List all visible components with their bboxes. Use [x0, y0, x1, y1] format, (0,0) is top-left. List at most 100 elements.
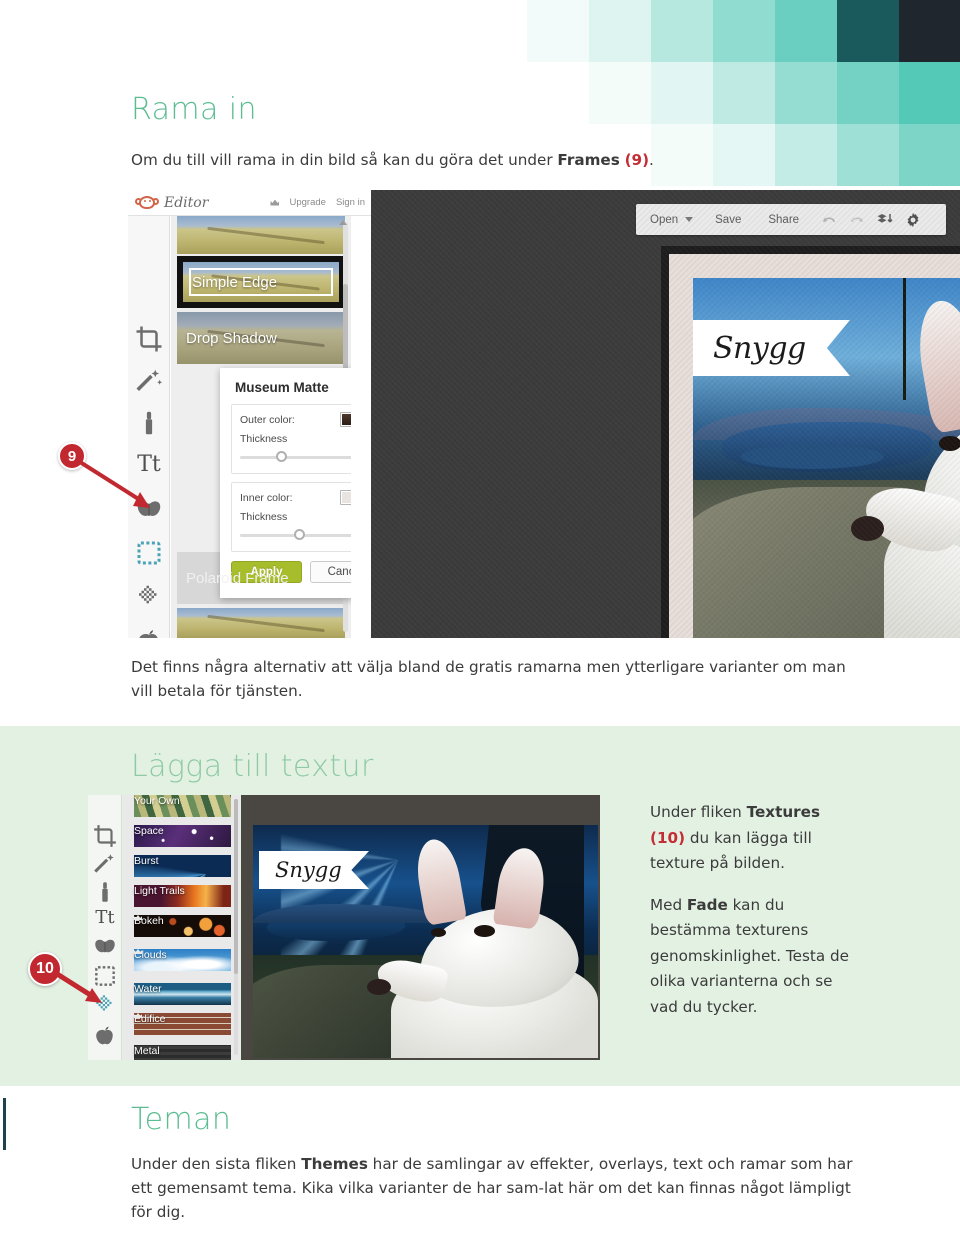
outer-color-swatch[interactable] [340, 412, 351, 427]
layers-down-icon[interactable] [877, 212, 893, 228]
frames-icon[interactable] [134, 538, 164, 568]
overlays-butterfly-icon[interactable] [92, 935, 118, 961]
texture-item-water[interactable]: Water [127, 977, 231, 1005]
outer-thickness-slider[interactable] [240, 451, 351, 463]
photo-dog-eye-right [473, 925, 495, 937]
scrollbar-thumb[interactable] [234, 799, 238, 974]
frames-list-item-drop-shadow[interactable]: Drop Shadow [177, 312, 345, 364]
texture-item-bokeh[interactable]: Bokeh [127, 909, 231, 937]
checker-cell [837, 62, 899, 124]
checker-cell [651, 62, 713, 124]
textures-copy1-prefix: Under fliken [650, 803, 747, 821]
texture-label: Burst [134, 855, 159, 867]
photo-dog-nose [366, 978, 391, 996]
touch-up-icon[interactable] [134, 408, 164, 438]
chevron-up-icon[interactable] [339, 220, 347, 225]
checker-cell [527, 0, 589, 62]
open-button[interactable]: Open [650, 214, 678, 226]
texture-item-burst[interactable]: Burst [127, 849, 231, 877]
crown-icon [134, 1013, 142, 1018]
share-button[interactable]: Share [768, 214, 799, 226]
close-icon[interactable]: ✕ [933, 208, 946, 226]
photo-lake-inlet [740, 443, 885, 469]
cancel-button[interactable]: Cancel [310, 561, 351, 583]
undo-icon[interactable] [821, 212, 837, 228]
editor-dark-workspace: ✕ Open Save Share Snygg [371, 190, 960, 638]
checker-cell [651, 0, 713, 62]
inner-thickness-label: Thickness [240, 511, 288, 523]
checker-cell [589, 0, 651, 62]
redo-icon[interactable] [849, 212, 865, 228]
texture-item-light-trails[interactable]: Light Trails [127, 879, 231, 907]
magic-wand-icon[interactable] [134, 366, 164, 396]
crop-icon[interactable] [92, 823, 118, 849]
photo-dog-body [884, 486, 960, 638]
texture-label: Light Trails [134, 885, 185, 897]
textures-copy2-prefix: Med [650, 895, 687, 914]
checker-cell [899, 0, 960, 62]
page-title-lagga-till-textur: Lägga till textur [131, 749, 374, 784]
frames-list-item-partial[interactable] [177, 216, 345, 254]
left-accent-bar [3, 1098, 6, 1150]
popup-title: Museum Matte [235, 380, 329, 395]
texture-item-your-own[interactable]: Your Own [127, 795, 231, 817]
photo-tree-1 [903, 278, 906, 401]
checker-cell [775, 0, 837, 62]
texture-label: Space [134, 825, 164, 837]
intro-paragraph: Om du till vill rama in din bild så kan … [131, 148, 831, 172]
magic-wand-icon[interactable] [92, 851, 118, 877]
textures-tool-rail: Tt [88, 795, 122, 1060]
callout-10-arrow [52, 969, 102, 1003]
frames-item-label: Drop Shadow [186, 329, 277, 347]
crown-icon [134, 915, 142, 920]
upgrade-link[interactable]: Upgrade [289, 197, 325, 208]
teman-prefix: Under den sista fliken [131, 1155, 302, 1173]
texture-item-metal[interactable]: Metal [127, 1039, 231, 1060]
teman-bold-themes: Themes [301, 1155, 368, 1173]
outer-color-label: Outer color: [240, 413, 295, 426]
intro-bold-frames: Frames [557, 151, 620, 169]
texture-label: Your Own [134, 795, 180, 807]
textures-copy2-bold: Fade [686, 895, 728, 914]
checker-cell [775, 62, 837, 124]
crop-icon[interactable] [134, 324, 164, 354]
document-page: Rama in Om du till vill rama in din bild… [0, 0, 960, 1236]
frames-item-label: Simple Edge [192, 273, 278, 291]
texture-item-clouds[interactable]: Clouds [127, 943, 231, 971]
page-title-teman: Teman [131, 1102, 232, 1137]
textures-scrollbar[interactable] [234, 799, 238, 1055]
outer-color-group: Outer color: Thickness 25 [231, 404, 351, 474]
frames-list-item-simple-edge[interactable]: Simple Edge [177, 256, 345, 308]
frames-panel: Simple Edge Drop Shadow Polaroid Frame M… [171, 216, 351, 638]
themes-apple-icon[interactable] [134, 626, 164, 638]
frames-list-item-partial-bottom[interactable] [177, 608, 345, 638]
museum-matte-frame: Snygg [669, 254, 960, 638]
inner-thickness-slider[interactable] [240, 529, 351, 541]
frames-caption: Det finns några alternativ att välja bla… [131, 658, 846, 700]
photo-dog-head [915, 396, 960, 570]
textures-icon[interactable] [134, 582, 164, 612]
canvas-photo: Snygg [693, 278, 960, 638]
save-button[interactable]: Save [715, 214, 741, 226]
text-icon[interactable]: Tt [92, 905, 118, 931]
texture-item-edifice[interactable]: Edifice [127, 1007, 231, 1035]
themes-apple-icon[interactable] [92, 1023, 118, 1049]
chevron-down-icon[interactable] [685, 217, 694, 222]
editor-tool-rail: Tt [128, 216, 170, 638]
gear-icon[interactable] [905, 212, 921, 228]
touch-up-icon[interactable] [92, 879, 118, 905]
checker-cell [899, 62, 960, 124]
editor-brand-bar: Editor Upgrade Sign in [128, 190, 371, 216]
snygg-ribbon-overlay: Snygg [693, 320, 850, 376]
photo-dog-eye-left [939, 436, 960, 451]
checker-cell [589, 62, 651, 124]
texture-label: Water [134, 983, 162, 995]
inner-color-swatch[interactable] [340, 490, 351, 505]
textures-screenshot: Tt Your Own Space Burst Light Trails Bok… [88, 795, 600, 1060]
intro-ref-9: (9) [624, 151, 650, 169]
photo-hills [693, 407, 960, 440]
snygg-ribbon-text: Snygg [713, 330, 806, 366]
textures-canvas: Snygg [241, 795, 600, 1060]
texture-item-space[interactable]: Space [127, 819, 231, 847]
signin-link[interactable]: Sign in [336, 197, 365, 208]
